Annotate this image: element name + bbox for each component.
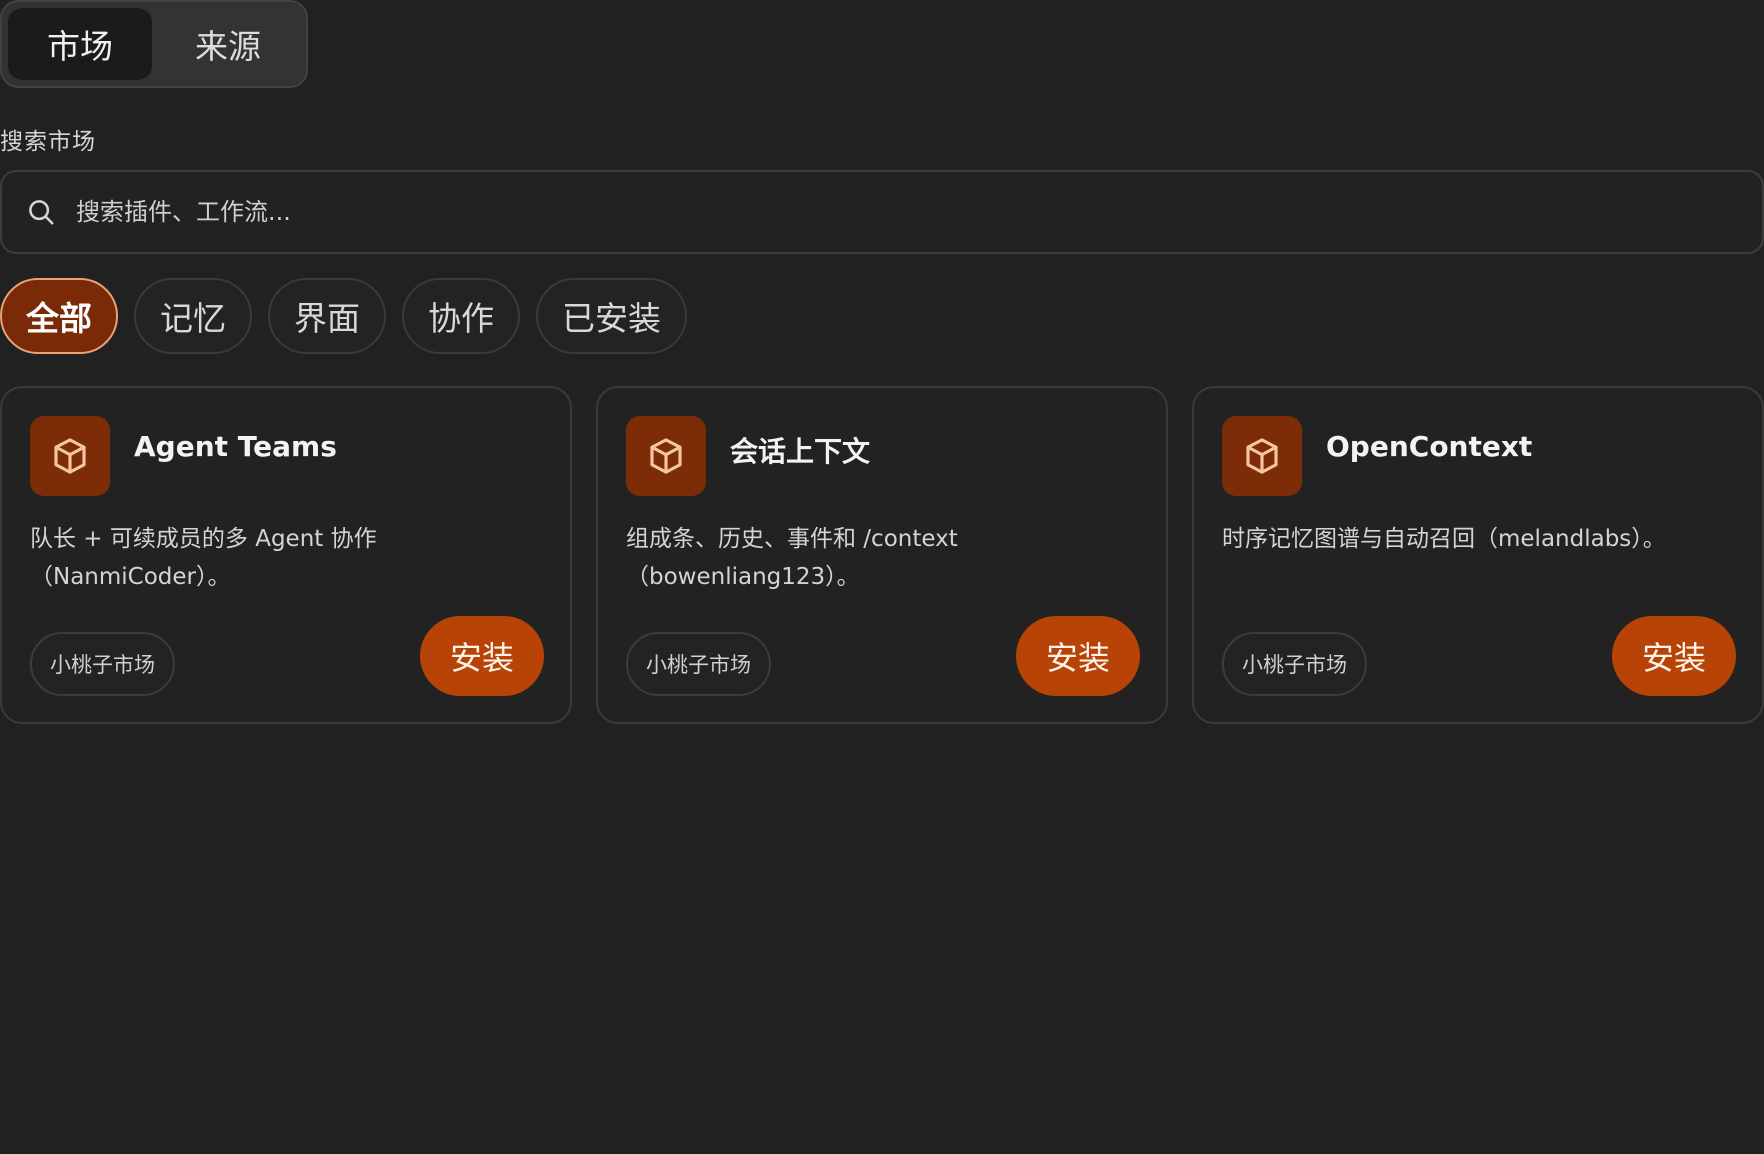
search-input[interactable] bbox=[76, 172, 1762, 252]
plugin-title: Agent Teams bbox=[134, 430, 337, 463]
plugin-card-opencontext: OpenContext 时序记忆图谱与自动召回（melandlabs）。 小桃子… bbox=[1192, 386, 1764, 724]
package-cube-icon bbox=[1246, 438, 1278, 474]
tab-market[interactable]: 市场 bbox=[8, 8, 152, 80]
install-button[interactable]: 安装 bbox=[1612, 616, 1736, 696]
category-filters: 全部 记忆 界面 协作 已安装 bbox=[0, 278, 687, 354]
filter-collaboration[interactable]: 协作 bbox=[402, 278, 520, 354]
plugin-title: OpenContext bbox=[1326, 430, 1533, 463]
package-cube-icon bbox=[650, 438, 682, 474]
source-tag: 小桃子市场 bbox=[626, 632, 771, 696]
install-button[interactable]: 安装 bbox=[1016, 616, 1140, 696]
plugin-description: 队长 + 可续成员的多 Agent 协作（NanmiCoder）。 bbox=[30, 526, 377, 590]
filter-installed[interactable]: 已安装 bbox=[536, 278, 687, 354]
search-label: 搜索市场 bbox=[0, 129, 96, 155]
search-box[interactable] bbox=[0, 170, 1764, 254]
plugin-market-page: 市场 来源 搜索市场 全部 记忆 界面 协作 已安装 Agent Teams 队 bbox=[0, 0, 1764, 1154]
plugin-icon-box bbox=[1222, 416, 1302, 496]
plugin-description: 时序记忆图谱与自动召回（melandlabs）。 bbox=[1222, 526, 1666, 552]
package-cube-icon bbox=[54, 438, 86, 474]
plugin-title: 会话上下文 bbox=[730, 435, 871, 468]
install-button[interactable]: 安装 bbox=[420, 616, 544, 696]
plugin-card-list: Agent Teams 队长 + 可续成员的多 Agent 协作（NanmiCo… bbox=[0, 386, 1764, 724]
plugin-card-session-context: 会话上下文 组成条、历史、事件和 /context（bowenliang123）… bbox=[596, 386, 1168, 724]
plugin-icon-box bbox=[30, 416, 110, 496]
filter-memory[interactable]: 记忆 bbox=[134, 278, 252, 354]
filter-interface[interactable]: 界面 bbox=[268, 278, 386, 354]
tab-source[interactable]: 来源 bbox=[156, 8, 300, 80]
plugin-icon-box bbox=[626, 416, 706, 496]
market-source-switch: 市场 来源 bbox=[0, 0, 308, 88]
source-tag: 小桃子市场 bbox=[30, 632, 175, 696]
source-tag: 小桃子市场 bbox=[1222, 632, 1367, 696]
plugin-description: 组成条、历史、事件和 /context（bowenliang123）。 bbox=[626, 526, 958, 590]
filter-all[interactable]: 全部 bbox=[0, 278, 118, 354]
search-icon bbox=[29, 200, 54, 225]
plugin-card-agent-teams: Agent Teams 队长 + 可续成员的多 Agent 协作（NanmiCo… bbox=[0, 386, 572, 724]
